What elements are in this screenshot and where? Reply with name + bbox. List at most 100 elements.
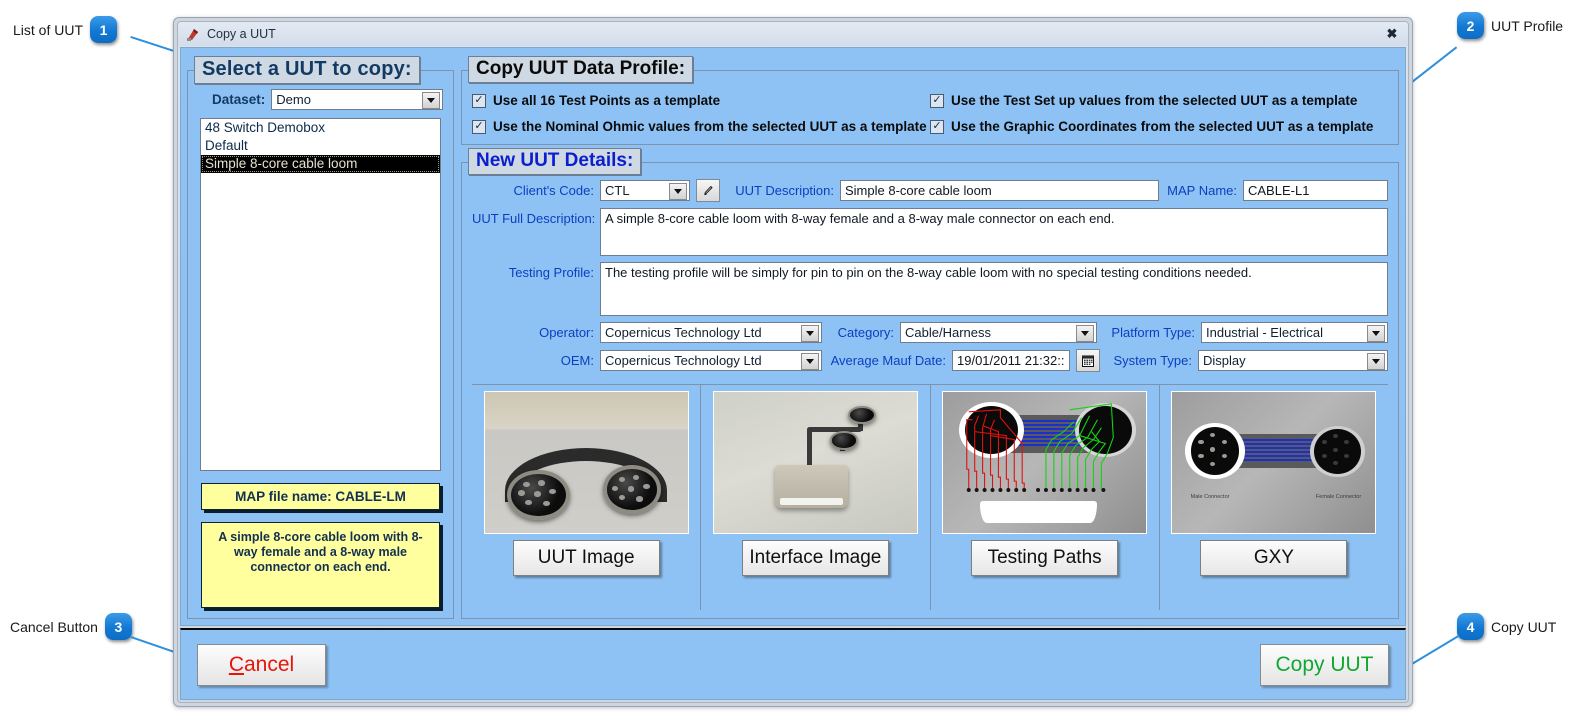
uut-listbox[interactable]: 48 Switch Demobox Default Simple 8-core … bbox=[200, 118, 441, 471]
annotation-2-label: UUT Profile bbox=[1491, 18, 1563, 34]
select-uut-group-title: Select a UUT to copy: bbox=[194, 56, 420, 84]
right-pane: Copy UUT Data Profile: ✓ Use all 16 Test… bbox=[461, 70, 1399, 619]
clients-code-row: Client's Code: CTL UUT Description: Simp… bbox=[472, 179, 1388, 202]
testing-profile-textarea[interactable]: The testing profile will be simply for p… bbox=[600, 262, 1388, 316]
thumbnail-uut-image: UUT Image bbox=[472, 385, 701, 610]
interface-image-preview[interactable] bbox=[713, 391, 918, 534]
app-icon bbox=[186, 27, 201, 42]
oem-label: OEM: bbox=[472, 353, 594, 368]
operator-select[interactable]: Copernicus Technology Ltd bbox=[600, 322, 822, 343]
close-icon[interactable]: ✖ bbox=[1382, 25, 1402, 43]
pencil-icon[interactable] bbox=[696, 179, 720, 202]
system-type-select[interactable]: Display bbox=[1198, 350, 1388, 371]
testing-profile-row: Testing Profile: The testing profile wil… bbox=[472, 262, 1388, 316]
checkbox-icon[interactable]: ✓ bbox=[930, 94, 944, 108]
map-description-box: A simple 8-core cable loom with 8-way fe… bbox=[201, 522, 440, 608]
testing-paths-button[interactable]: Testing Paths bbox=[971, 540, 1118, 576]
platform-type-label: Platform Type: bbox=[1103, 325, 1195, 340]
dialog-footer: Cancel Copy UUT bbox=[180, 628, 1406, 700]
average-mauf-date-label: Average Mauf Date: bbox=[828, 353, 946, 368]
new-uut-details-group: New UUT Details: Client's Code: CTL UUT … bbox=[461, 162, 1399, 619]
map-name-label: MAP Name: bbox=[1165, 183, 1237, 198]
gxy-male-label: Male Connector bbox=[1191, 494, 1230, 500]
cancel-button-mnemonic: C bbox=[229, 653, 244, 677]
clients-code-label: Client's Code: bbox=[472, 183, 594, 198]
checkbox-icon[interactable]: ✓ bbox=[472, 94, 486, 108]
chevron-down-icon[interactable] bbox=[801, 353, 819, 370]
dataset-select[interactable]: Demo bbox=[271, 89, 443, 110]
map-name-input[interactable]: CABLE-L1 bbox=[1243, 180, 1388, 201]
oem-row: OEM: Copernicus Technology Ltd Average M… bbox=[472, 349, 1388, 372]
uut-description-input[interactable]: Simple 8-core cable loom bbox=[840, 180, 1159, 201]
annotation-2: 2 UUT Profile bbox=[1457, 12, 1563, 39]
calendar-icon[interactable] bbox=[1076, 349, 1100, 372]
checkbox-all-test-points[interactable]: ✓ Use all 16 Test Points as a template bbox=[472, 93, 930, 108]
category-label: Category: bbox=[828, 325, 894, 340]
category-select[interactable]: Cable/Harness bbox=[900, 322, 1097, 343]
chevron-down-icon[interactable] bbox=[1367, 325, 1385, 342]
annotation-1: List of UUT 1 bbox=[13, 16, 117, 43]
select-uut-group: Select a UUT to copy: Dataset: Demo 48 S… bbox=[187, 70, 454, 619]
dataset-label: Dataset: bbox=[212, 92, 265, 107]
annotation-4: 4 Copy UUT bbox=[1457, 613, 1556, 640]
operator-value: Copernicus Technology Ltd bbox=[605, 325, 762, 340]
uut-image-button[interactable]: UUT Image bbox=[513, 540, 660, 576]
profile-checkbox-grid: ✓ Use all 16 Test Points as a template ✓… bbox=[472, 93, 1388, 134]
chevron-down-icon[interactable] bbox=[422, 92, 440, 109]
copy-uut-button[interactable]: Copy UUT bbox=[1260, 644, 1389, 686]
checkbox-label: Use all 16 Test Points as a template bbox=[493, 93, 720, 108]
cancel-button[interactable]: Cancel bbox=[197, 644, 326, 686]
chevron-down-icon[interactable] bbox=[1076, 325, 1094, 342]
annotation-3-badge: 3 bbox=[105, 613, 132, 640]
list-item[interactable]: 48 Switch Demobox bbox=[201, 119, 440, 137]
map-description-text: A simple 8-core cable loom with 8-way fe… bbox=[202, 523, 439, 607]
gxy-preview[interactable]: Male Connector Female Connector bbox=[1171, 391, 1376, 534]
clients-code-select[interactable]: CTL bbox=[600, 180, 690, 201]
gxy-button[interactable]: GXY bbox=[1200, 540, 1347, 576]
oem-select[interactable]: Copernicus Technology Ltd bbox=[600, 350, 822, 371]
list-item[interactable]: Default bbox=[201, 137, 440, 155]
annotation-1-badge: 1 bbox=[90, 16, 117, 43]
dataset-row: Dataset: Demo bbox=[198, 89, 443, 110]
checkbox-icon[interactable]: ✓ bbox=[472, 120, 486, 134]
annotation-3: Cancel Button 3 bbox=[10, 613, 132, 640]
dataset-value: Demo bbox=[276, 92, 311, 107]
oem-value: Copernicus Technology Ltd bbox=[605, 353, 762, 368]
uut-description-label: UUT Description: bbox=[726, 183, 834, 198]
annotation-3-label: Cancel Button bbox=[10, 619, 98, 635]
testing-paths-preview[interactable] bbox=[942, 391, 1147, 534]
copy-uut-window: Copy a UUT ✖ Select a UUT to copy: Datas… bbox=[173, 17, 1413, 707]
testing-profile-label: Testing Profile: bbox=[472, 262, 594, 280]
list-item-selected[interactable]: Simple 8-core cable loom bbox=[201, 155, 440, 173]
uut-image-preview[interactable] bbox=[484, 391, 689, 534]
map-file-name-box: MAP file name: CABLE-LM bbox=[201, 483, 440, 510]
window-titlebar: Copy a UUT ✖ bbox=[178, 22, 1408, 46]
checkbox-nominal-ohmic-values[interactable]: ✓ Use the Nominal Ohmic values from the … bbox=[472, 119, 930, 134]
clients-code-value: CTL bbox=[605, 183, 630, 198]
thumbnail-row: UUT Image Interface bbox=[472, 384, 1388, 610]
checkbox-graphic-coordinates[interactable]: ✓ Use the Graphic Coordinates from the s… bbox=[930, 119, 1388, 134]
chevron-down-icon[interactable] bbox=[669, 183, 687, 200]
average-mauf-date-input[interactable]: 19/01/2011 21:32:: bbox=[952, 350, 1070, 371]
testing-paths-wiring bbox=[943, 392, 1146, 534]
annotation-4-badge: 4 bbox=[1457, 613, 1484, 640]
uut-full-description-row: UUT Full Description: A simple 8-core ca… bbox=[472, 208, 1388, 256]
checkbox-icon[interactable]: ✓ bbox=[930, 120, 944, 134]
system-type-value: Display bbox=[1203, 353, 1246, 368]
window-inner: Copy a UUT ✖ Select a UUT to copy: Datas… bbox=[177, 21, 1409, 703]
operator-label: Operator: bbox=[472, 325, 594, 340]
chevron-down-icon[interactable] bbox=[1367, 353, 1385, 370]
uut-full-description-textarea[interactable]: A simple 8-core cable loom with 8-way fe… bbox=[600, 208, 1388, 256]
operator-row: Operator: Copernicus Technology Ltd Cate… bbox=[472, 322, 1388, 343]
platform-type-select[interactable]: Industrial - Electrical bbox=[1201, 322, 1388, 343]
annotation-2-badge: 2 bbox=[1457, 12, 1484, 39]
map-file-name-label: MAP file name: CABLE-LM bbox=[202, 484, 439, 509]
checkbox-test-setup-values[interactable]: ✓ Use the Test Set up values from the se… bbox=[930, 93, 1388, 108]
category-value: Cable/Harness bbox=[905, 325, 991, 340]
profile-group-title: Copy UUT Data Profile: bbox=[468, 56, 693, 83]
interface-image-button[interactable]: Interface Image bbox=[742, 540, 889, 576]
checkbox-label: Use the Nominal Ohmic values from the se… bbox=[493, 119, 927, 134]
window-title: Copy a UUT bbox=[207, 27, 1382, 41]
chevron-down-icon[interactable] bbox=[801, 325, 819, 342]
uut-full-description-label: UUT Full Description: bbox=[472, 208, 594, 226]
